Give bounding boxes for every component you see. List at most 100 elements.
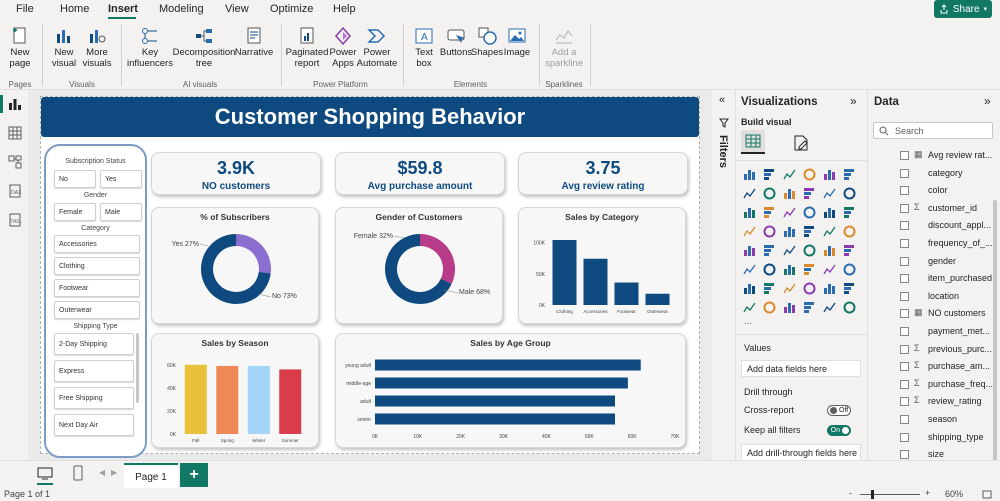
visual-type-icon[interactable] (803, 187, 816, 200)
shapes-button[interactable]: Shapes (471, 26, 503, 59)
visual-type-icon[interactable] (803, 301, 816, 314)
slicer-option-male[interactable]: Male (100, 203, 142, 221)
visual-type-icon[interactable] (743, 244, 756, 257)
field-item[interactable]: frequency_of_... (868, 236, 993, 252)
visual-type-icon[interactable] (743, 263, 756, 276)
model-view-icon[interactable] (8, 155, 22, 169)
menu-home[interactable]: Home (60, 3, 89, 15)
visual-type-icon[interactable] (743, 168, 756, 181)
build-visual-tab[interactable] (741, 130, 765, 154)
field-checkbox[interactable] (900, 450, 909, 460)
slicer-scrollbar[interactable] (136, 333, 139, 403)
zoom-slider-thumb[interactable] (871, 490, 874, 499)
field-item[interactable]: payment_met... (868, 324, 992, 340)
field-item[interactable]: color (868, 183, 992, 199)
collapse-icon[interactable]: « (719, 94, 725, 106)
zoom-in-button[interactable]: + (925, 488, 930, 498)
format-visual-icon[interactable] (792, 134, 810, 152)
narrative-button[interactable]: Narrative (234, 26, 274, 59)
visual-type-icon[interactable] (743, 301, 756, 314)
visual-type-icon[interactable] (803, 263, 816, 276)
visual-type-icon[interactable] (803, 168, 816, 181)
visual-type-icon[interactable] (783, 301, 796, 314)
visual-type-icon[interactable] (823, 187, 836, 200)
slicer-option-free[interactable]: Free Shipping (54, 387, 134, 409)
slicer-option-accessories[interactable]: Accessories (54, 235, 140, 253)
report-view-icon[interactable] (8, 97, 22, 111)
image-button[interactable]: Image (503, 26, 531, 59)
visual-type-icon[interactable] (763, 225, 776, 238)
new-visual-button[interactable]: New visual (50, 26, 78, 69)
field-checkbox[interactable] (900, 186, 909, 196)
visual-type-icon[interactable] (743, 187, 756, 200)
keep-all-filters-toggle[interactable]: On (827, 425, 851, 436)
field-item[interactable]: Σcustomer_id (868, 201, 992, 217)
paginated-report-button[interactable]: Paginated report (285, 26, 329, 69)
field-checkbox[interactable] (900, 221, 909, 231)
slicer-option-next-day[interactable]: Next Day Air (54, 414, 134, 436)
cross-report-toggle[interactable]: Off (827, 405, 851, 416)
slicer-option-footwear[interactable]: Footwear (54, 279, 140, 297)
field-item[interactable]: Σprevious_purc... (868, 342, 992, 358)
add-sparkline-button[interactable]: Add a sparkline (544, 26, 584, 69)
menu-file[interactable]: File (16, 3, 34, 15)
gender-donut-card[interactable]: Gender of Customers Female 32% Male 68% (335, 207, 503, 324)
field-checkbox[interactable] (900, 344, 909, 354)
visual-type-icon[interactable] (823, 282, 836, 295)
fit-to-page-icon[interactable] (982, 490, 992, 499)
visual-type-icon[interactable] (843, 187, 856, 200)
zoom-level[interactable]: 60% (945, 489, 963, 499)
power-apps-button[interactable]: Power Apps (328, 26, 358, 69)
field-checkbox[interactable] (900, 415, 909, 424)
visual-type-icon[interactable] (843, 206, 856, 219)
field-checkbox[interactable] (900, 291, 909, 301)
field-checkbox[interactable] (900, 151, 909, 160)
visual-type-icon[interactable] (763, 263, 776, 276)
field-item[interactable]: shipping_type (868, 430, 992, 446)
visual-type-icon[interactable] (743, 282, 756, 295)
visual-type-icon[interactable] (763, 301, 776, 314)
field-item[interactable]: category (868, 166, 992, 182)
visual-type-icon[interactable] (803, 225, 816, 238)
visual-type-icon[interactable] (763, 168, 776, 181)
visual-type-icon[interactable] (843, 282, 856, 295)
visual-type-icon[interactable] (783, 168, 796, 181)
visual-type-icon[interactable] (823, 301, 836, 314)
field-item[interactable]: Σpurchase_freq... (868, 377, 993, 393)
tmdl-view-icon[interactable]: TMDL (8, 213, 22, 227)
field-checkbox[interactable] (900, 379, 909, 389)
field-item[interactable]: ▦ NO customers (868, 306, 992, 322)
slicer-option-no[interactable]: No (54, 170, 96, 188)
field-checkbox[interactable] (900, 327, 909, 336)
field-item[interactable]: Σreview_rating (868, 394, 992, 410)
field-checkbox[interactable] (900, 203, 909, 213)
menu-optimize[interactable]: Optimize (270, 3, 313, 15)
visual-type-icon[interactable] (823, 206, 836, 219)
text-box-button[interactable]: A Text box (410, 26, 438, 69)
field-item[interactable]: discount_appl... (868, 218, 992, 234)
new-page-button[interactable]: New page (6, 26, 34, 69)
kpi-card-avg-rating[interactable]: 3.75 Avg review rating (518, 152, 688, 195)
visual-type-icon[interactable] (803, 206, 816, 219)
field-checkbox[interactable] (900, 432, 909, 442)
field-checkbox[interactable] (900, 274, 909, 284)
season-bar-card[interactable]: Sales by Season 0K 20K 40K 60K Fall Spring Win… (151, 333, 319, 448)
slicer-option-outerwear[interactable]: Outerwear (54, 301, 140, 319)
visual-type-icon[interactable] (763, 282, 776, 295)
visual-type-icon[interactable] (823, 263, 836, 276)
slicer-option-female[interactable]: Female (54, 203, 96, 221)
data-scrollbar[interactable] (993, 200, 997, 468)
kpi-card-customers[interactable]: 3.9K NO customers (151, 152, 321, 195)
add-page-button[interactable]: + (180, 463, 208, 487)
field-checkbox[interactable] (900, 168, 909, 178)
field-checkbox[interactable] (900, 362, 909, 372)
slicer-option-2day[interactable]: 2-Day Shipping (54, 333, 134, 355)
field-checkbox[interactable] (900, 397, 909, 407)
expand-icon[interactable]: » (984, 94, 991, 108)
next-page-icon[interactable]: ▶ (111, 468, 117, 477)
slicer-option-yes[interactable]: Yes (100, 170, 142, 188)
dax-query-icon[interactable]: DAX (8, 184, 22, 198)
field-item[interactable]: location (868, 289, 992, 305)
field-item[interactable]: Σpurchase_am... (868, 359, 992, 375)
age-bar-card[interactable]: Sales by Age Group young adult middle-age… (335, 333, 686, 448)
